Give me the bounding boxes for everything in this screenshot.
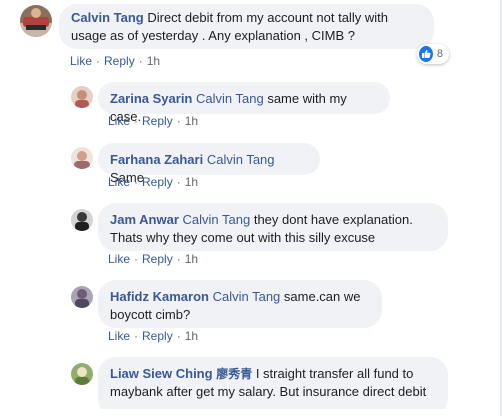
- avatar[interactable]: [71, 286, 93, 308]
- separator-dot: ·: [138, 54, 143, 68]
- comment-actions: Like · Reply · 1h: [108, 175, 198, 189]
- comment-timestamp[interactable]: 1h: [185, 252, 198, 266]
- like-button[interactable]: Like: [108, 252, 130, 266]
- reply-button[interactable]: Reply: [104, 54, 135, 68]
- comment-actions: Like · Reply · 1h: [70, 54, 160, 68]
- comment-actions: Like · Reply · 1h: [108, 114, 198, 128]
- like-button[interactable]: Like: [70, 54, 92, 68]
- separator-dot: ·: [176, 175, 181, 189]
- reply-button[interactable]: Reply: [142, 175, 173, 189]
- comment-author[interactable]: Liaw Siew Ching: [110, 366, 213, 381]
- separator-dot: ·: [176, 252, 181, 266]
- separator-dot: ·: [96, 54, 101, 68]
- separator-dot: ·: [176, 329, 181, 343]
- comment-thread: Calvin Tang Direct debit from my account…: [0, 0, 502, 416]
- mention-link[interactable]: Calvin Tang: [213, 289, 281, 304]
- viewport-bottom-edge: [0, 409, 502, 416]
- reply-button[interactable]: Reply: [142, 329, 173, 343]
- avatar[interactable]: [71, 147, 93, 169]
- avatar[interactable]: [71, 209, 93, 231]
- separator-dot: ·: [134, 114, 139, 128]
- reaction-badge[interactable]: 8: [417, 44, 449, 64]
- comment-actions: Like · Reply · 1h: [108, 252, 198, 266]
- reply-button[interactable]: Reply: [142, 114, 173, 128]
- avatar[interactable]: [20, 5, 52, 37]
- comment-author[interactable]: Hafidz Kamaron: [110, 289, 209, 304]
- reply-bubble: Hafidz Kamaron Calvin Tang same.can we b…: [98, 280, 382, 328]
- reply-bubble: Jam Anwar Calvin Tang they dont have exp…: [98, 203, 448, 251]
- comment-author[interactable]: Calvin Tang: [71, 10, 144, 25]
- separator-dot: ·: [176, 114, 181, 128]
- comment-timestamp[interactable]: 1h: [147, 54, 160, 68]
- reply-bubble: Zarina Syarin Calvin Tang same with my c…: [98, 82, 390, 124]
- mention-link[interactable]: Calvin Tang: [207, 152, 275, 167]
- reply-bubble: Farhana Zahari Calvin Tang Same: [98, 143, 320, 185]
- separator-dot: ·: [134, 175, 139, 189]
- reaction-count: 8: [436, 48, 443, 60]
- avatar[interactable]: [71, 86, 93, 108]
- comment-timestamp[interactable]: 1h: [185, 114, 198, 128]
- like-button[interactable]: Like: [108, 175, 130, 189]
- reply-bubble: Liaw Siew Ching 廖秀青 I straight transfer …: [98, 357, 448, 416]
- comment-author-chinese-name[interactable]: 廖秀青: [216, 367, 252, 381]
- like-button[interactable]: Like: [108, 114, 130, 128]
- separator-dot: ·: [134, 329, 139, 343]
- comment-timestamp[interactable]: 1h: [185, 329, 198, 343]
- comment-timestamp[interactable]: 1h: [185, 175, 198, 189]
- comment-bubble: Calvin Tang Direct debit from my account…: [59, 4, 434, 49]
- reply-button[interactable]: Reply: [142, 252, 173, 266]
- avatar[interactable]: [71, 363, 93, 385]
- separator-dot: ·: [134, 252, 139, 266]
- comment-author[interactable]: Jam Anwar: [110, 212, 179, 227]
- like-button[interactable]: Like: [108, 329, 130, 343]
- mention-link[interactable]: Calvin Tang: [183, 212, 251, 227]
- like-icon: [419, 46, 433, 62]
- mention-link[interactable]: Calvin Tang: [196, 91, 264, 106]
- comment-actions: Like · Reply · 1h: [108, 329, 198, 343]
- comment-author[interactable]: Zarina Syarin: [110, 91, 192, 106]
- comment-author[interactable]: Farhana Zahari: [110, 152, 203, 167]
